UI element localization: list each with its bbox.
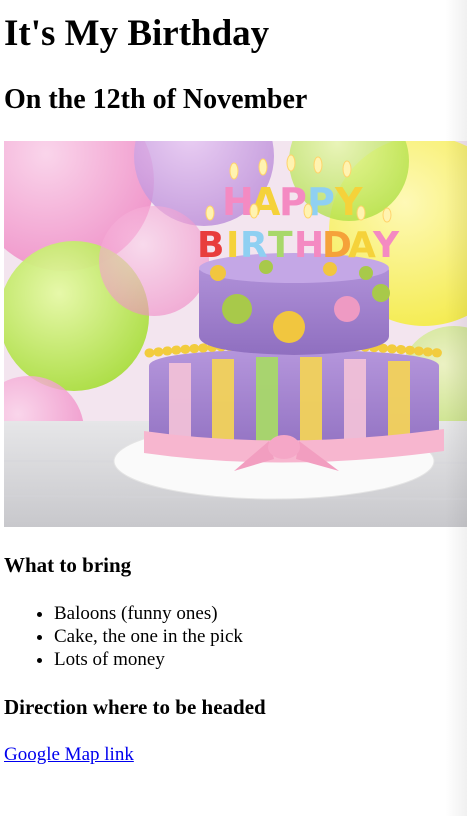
- google-map-link[interactable]: Google Map link: [4, 744, 134, 766]
- svg-text:T: T: [268, 225, 293, 266]
- bring-list: Baloons (funny ones) Cake, the one in th…: [4, 602, 243, 671]
- svg-text:H: H: [294, 225, 324, 266]
- list-item: Baloons (funny ones): [54, 602, 243, 625]
- svg-text:Y: Y: [372, 225, 400, 266]
- svg-text:P: P: [279, 180, 307, 224]
- svg-text:R: R: [240, 225, 268, 266]
- svg-text:P: P: [307, 180, 335, 224]
- page-subtitle: On the 12th of November: [4, 84, 308, 115]
- list-item: Lots of money: [54, 648, 243, 671]
- what-to-bring-heading: What to bring: [4, 553, 132, 577]
- page-title: It's My Birthday: [4, 13, 270, 54]
- svg-text:B: B: [197, 225, 224, 266]
- svg-text:A: A: [348, 225, 376, 266]
- birthday-cake-image: H A P P Y B I R T H D A Y: [4, 141, 467, 527]
- directions-heading: Direction where to be headed: [4, 695, 266, 719]
- list-item: Cake, the one in the pick: [54, 625, 243, 648]
- svg-text:I: I: [226, 225, 239, 266]
- svg-text:H: H: [222, 180, 254, 224]
